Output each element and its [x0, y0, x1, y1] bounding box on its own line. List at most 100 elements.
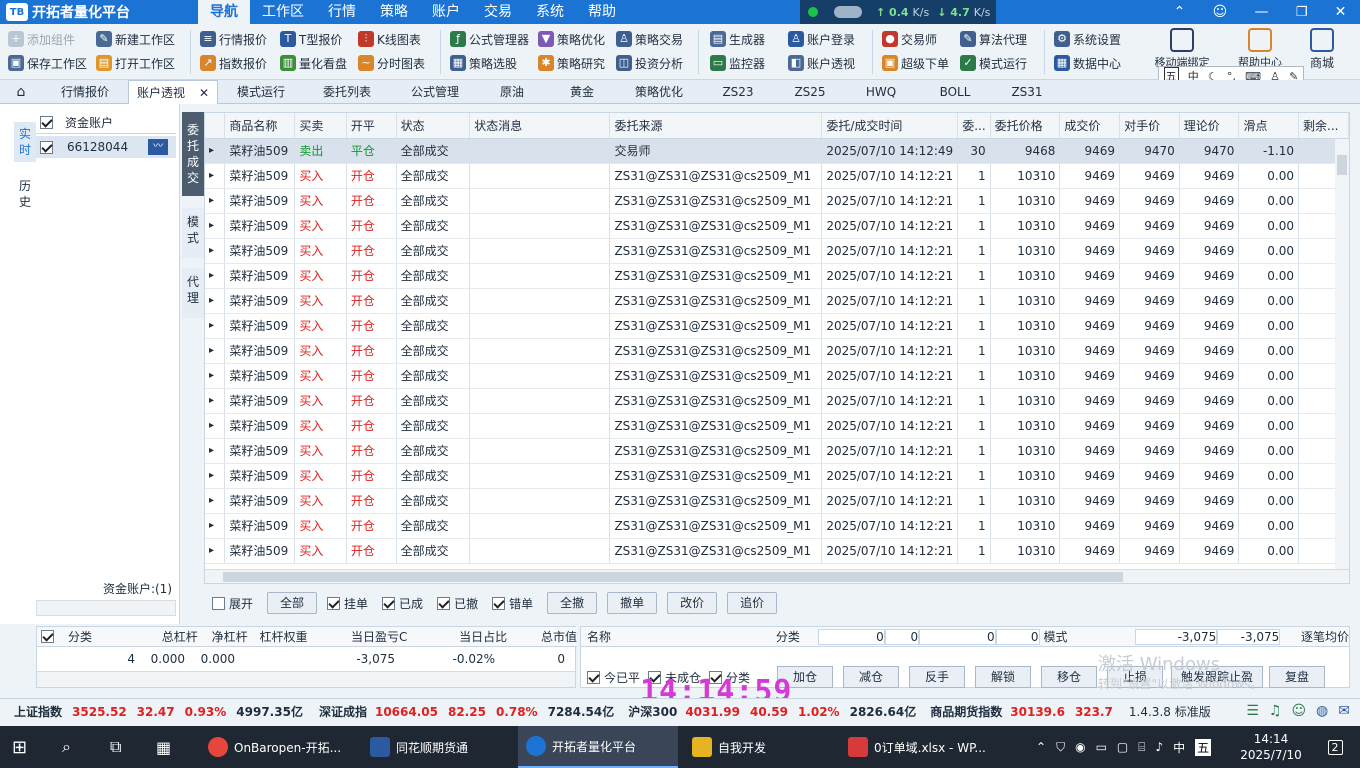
- taskbar-item-browser[interactable]: OnBaropen-开拓...: [200, 726, 360, 768]
- column-header[interactable]: 对手价: [1119, 113, 1180, 139]
- super-order-button[interactable]: ▣ 超级下单: [882, 52, 949, 74]
- tab-mode[interactable]: 模式: [182, 208, 204, 258]
- cancelled-checkbox[interactable]: [437, 596, 451, 610]
- expand-row-icon[interactable]: ▸: [205, 338, 226, 364]
- expand-toggle[interactable]: 展开: [212, 595, 253, 612]
- account-chart-icon[interactable]: 〰: [148, 139, 169, 155]
- column-header[interactable]: 委托来源: [609, 113, 823, 139]
- timeshare-chart-button[interactable]: ~ 分时图表: [358, 52, 425, 74]
- column-header[interactable]: 状态: [396, 113, 471, 139]
- close-icon[interactable]: ✕: [1335, 4, 1347, 20]
- account-hscrollbar[interactable]: [36, 600, 176, 616]
- new-workspace-button[interactable]: ✎ 新建工作区: [96, 28, 175, 50]
- strategy-trade-button[interactable]: ♙ 策略交易: [616, 28, 683, 50]
- table-row[interactable]: ▸ 菜籽油509 卖出 平仓 全部成交 交易师 2025/07/10 14:12:49 30 9…: [205, 138, 1349, 164]
- roll-position-button[interactable]: 移仓: [1041, 666, 1097, 688]
- expand-row-icon[interactable]: ▸: [205, 463, 226, 489]
- notification-center-icon[interactable]: 2: [1320, 726, 1350, 768]
- expand-row-icon[interactable]: ▸: [205, 513, 226, 539]
- users-icon[interactable]: ☺: [1291, 703, 1306, 719]
- expand-row-icon[interactable]: ▸: [205, 238, 226, 264]
- table-row[interactable]: ▸ 菜籽油509 买入 开仓 全部成交 ZS31@ZS31@ZS31@cs2509_M1 2…: [205, 263, 1349, 289]
- tray-app-icon[interactable]: ◉: [1075, 740, 1085, 754]
- close-tab-icon[interactable]: ✕: [199, 81, 209, 104]
- table-row[interactable]: ▸ 菜籽油509 买入 开仓 全部成交 ZS31@ZS31@ZS31@cs2509_M1 2…: [205, 288, 1349, 314]
- tab-realtime[interactable]: 实时: [14, 122, 36, 162]
- grid-hscrollbar[interactable]: [205, 569, 1349, 583]
- column-header[interactable]: 商品名称: [224, 113, 296, 139]
- column-header[interactable]: 滑点: [1238, 113, 1300, 139]
- summary-hscrollbar[interactable]: [37, 671, 575, 687]
- filter-pending[interactable]: 挂单: [327, 595, 368, 612]
- quote-board-button[interactable]: ≡ 行情报价: [200, 28, 267, 50]
- toggle-icon[interactable]: [834, 6, 862, 18]
- network-icon[interactable]: ⌸: [1138, 740, 1145, 755]
- reduce-position-button[interactable]: 减仓: [843, 666, 899, 688]
- strategy-screening-button[interactable]: ▦ 策略选股: [450, 52, 517, 74]
- expand-row-icon[interactable]: ▸: [205, 163, 226, 189]
- t-quote-button[interactable]: T T型报价: [280, 28, 342, 50]
- unlock-button[interactable]: 解锁: [975, 666, 1031, 688]
- table-row[interactable]: ▸ 菜籽油509 买入 开仓 全部成交 ZS31@ZS31@ZS31@cs2509_M1 2…: [205, 538, 1349, 564]
- user-settings-icon[interactable]: ☺: [1213, 4, 1228, 20]
- tab-formula-manager[interactable]: 公式管理: [390, 80, 480, 104]
- closed-today-toggle[interactable]: 今已平: [587, 669, 640, 686]
- table-row[interactable]: ▸ 菜籽油509 买入 开仓 全部成交 ZS31@ZS31@ZS31@cs2509_M1 2…: [205, 338, 1349, 364]
- menu-workspace[interactable]: 工作区: [250, 0, 316, 24]
- message-icon[interactable]: ✉: [1338, 703, 1350, 719]
- expand-row-icon[interactable]: ▸: [205, 438, 226, 464]
- windows-start-icon[interactable]: ⊞: [12, 726, 27, 768]
- table-row[interactable]: ▸ 菜籽油509 买入 开仓 全部成交 ZS31@ZS31@ZS31@cs2509_M1 2…: [205, 163, 1349, 189]
- expand-row-icon[interactable]: ▸: [205, 288, 226, 314]
- filter-filled[interactable]: 已成: [382, 595, 423, 612]
- menu-trade[interactable]: 交易: [472, 0, 524, 24]
- system-settings-button[interactable]: ⚙ 系统设置: [1054, 28, 1121, 50]
- task-view-icon[interactable]: ⧉: [110, 726, 121, 768]
- expand-row-icon[interactable]: ▸: [205, 538, 226, 564]
- account-checkbox[interactable]: [40, 140, 53, 154]
- menu-account[interactable]: 账户: [420, 0, 472, 24]
- taskbar-item-platform[interactable]: 开拓者量化平台: [518, 726, 678, 768]
- expand-row-icon[interactable]: ▸: [205, 488, 226, 514]
- index-quote-button[interactable]: ↗ 指数报价: [200, 52, 267, 74]
- strategy-research-button[interactable]: ✱ 策略研究: [538, 52, 605, 74]
- replay-button[interactable]: 复盘: [1269, 666, 1325, 688]
- pending-checkbox[interactable]: [327, 596, 341, 610]
- algo-agent-button[interactable]: ✎ 算法代理: [960, 28, 1027, 50]
- collapse-icon[interactable]: ⌃: [1174, 4, 1186, 20]
- column-header[interactable]: 委托/成交时间: [821, 113, 959, 139]
- taskbar-item-spreadsheet[interactable]: 0订单域.xlsx - WP...: [840, 726, 1000, 768]
- grid-hscroll-thumb[interactable]: [223, 572, 1123, 582]
- table-row[interactable]: ▸ 菜籽油509 买入 开仓 全部成交 ZS31@ZS31@ZS31@cs2509_M1 2…: [205, 388, 1349, 414]
- table-row[interactable]: ▸ 菜籽油509 买入 开仓 全部成交 ZS31@ZS31@ZS31@cs2509_M1 2…: [205, 238, 1349, 264]
- column-header[interactable]: 委...: [957, 113, 991, 139]
- column-header[interactable]: 委托价格: [990, 113, 1061, 139]
- tab-crude-oil[interactable]: 原油: [480, 80, 544, 104]
- account-row[interactable]: 66128044 〰: [36, 136, 176, 158]
- input-lang-indicator[interactable]: 中: [1173, 739, 1185, 756]
- tab-gold[interactable]: 黄金: [544, 80, 620, 104]
- tab-quote-board[interactable]: 行情报价: [42, 80, 128, 104]
- mode-run-button[interactable]: ✓ 模式运行: [960, 52, 1027, 74]
- select-all-checkbox[interactable]: [40, 116, 53, 129]
- restore-icon[interactable]: ❐: [1296, 5, 1308, 20]
- tab-mode-run[interactable]: 模式运行: [218, 80, 304, 104]
- investment-analysis-button[interactable]: ◫ 投资分析: [616, 52, 683, 74]
- layout-icon[interactable]: ☰: [1246, 703, 1259, 719]
- expand-row-icon[interactable]: ▸: [205, 388, 226, 414]
- cancel-all-button[interactable]: 全撤: [547, 592, 598, 614]
- monitor-button[interactable]: ▭ 监控器: [710, 52, 765, 74]
- save-workspace-button[interactable]: ▣ 保存工作区: [8, 52, 87, 74]
- account-perspective-button[interactable]: ◧ 账户透视: [788, 52, 855, 74]
- tab-zs31[interactable]: ZS31: [990, 80, 1064, 104]
- table-row[interactable]: ▸ 菜籽油509 买入 开仓 全部成交 ZS31@ZS31@ZS31@cs2509_M1 2…: [205, 413, 1349, 439]
- menu-quotes[interactable]: 行情: [316, 0, 368, 24]
- tab-order-list[interactable]: 委托列表: [304, 80, 390, 104]
- tray-monitor-icon[interactable]: ▭: [1096, 740, 1107, 754]
- tab-account-perspective[interactable]: 账户透视 ✕: [128, 79, 218, 104]
- trader-button[interactable]: ● 交易师: [882, 28, 937, 50]
- account-login-button[interactable]: ♙ 账户登录: [788, 28, 855, 50]
- generator-button[interactable]: ▤ 生成器: [710, 28, 765, 50]
- volume-icon[interactable]: ♪: [1155, 740, 1163, 754]
- taskbar-item-futures[interactable]: 同花顺期货通: [362, 726, 512, 768]
